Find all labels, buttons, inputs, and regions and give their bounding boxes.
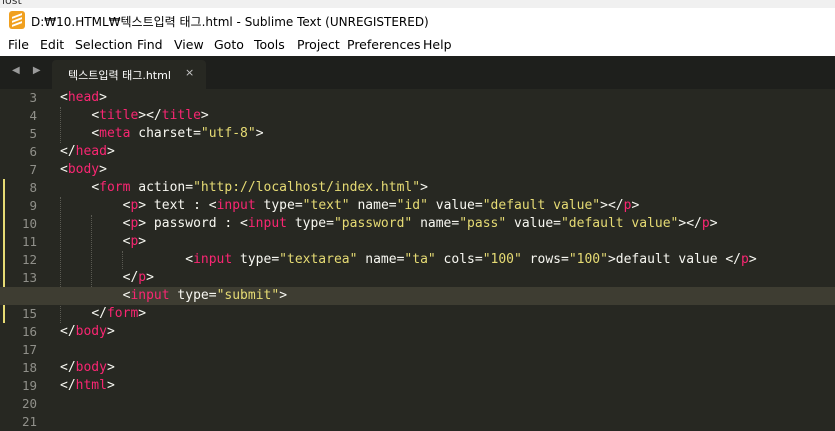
line-number: 20 [21,396,37,411]
line-number-gutter: 3 4 5 6 7 8 9 10 11 12 13 14 15 16 17 18 19 20 21 [0,89,44,429]
line-number: 13 [21,270,37,285]
line-number: 15 [21,306,37,321]
line-number: 16 [21,324,37,339]
code-line[interactable]: <head> [60,89,757,107]
code-line[interactable]: <p> password : <input type="password" na… [60,215,757,233]
line-number: 5 [29,126,37,141]
code-line[interactable] [60,341,757,359]
window-title: D:₩10.HTML₩텍스트입력 태그.html - Sublime Text … [31,15,429,29]
title-bar[interactable]: D:₩10.HTML₩텍스트입력 태그.html - Sublime Text … [0,8,835,34]
line-number: 11 [21,234,37,249]
code-line[interactable]: </body> [60,359,757,377]
line-number: 18 [21,360,37,375]
code-line[interactable]: <form action="http://localhost/index.htm… [60,179,757,197]
menu-edit[interactable]: Edit [40,37,64,52]
menu-project[interactable]: Project [297,37,340,52]
code-line[interactable]: </p> [60,269,757,287]
tab-navigation-arrows-icon[interactable]: ◀ ▶ [12,65,46,76]
tab-active-file[interactable]: 텍스트입력 태그.html × [52,60,206,89]
menu-tools[interactable]: Tools [254,37,285,52]
line-number: 3 [29,90,37,105]
code-line[interactable]: <input type="submit"> [0,287,835,305]
code-line[interactable]: </body> [60,323,757,341]
line-number: 4 [29,108,37,123]
menu-view[interactable]: View [174,37,204,52]
line-number: 8 [29,180,37,195]
menu-file[interactable]: File [8,37,29,52]
menu-preferences[interactable]: Preferences [347,37,421,52]
menu-selection[interactable]: Selection [75,37,133,52]
background-window-strip: lost [0,0,835,8]
code-line[interactable]: </head> [60,143,757,161]
menu-find[interactable]: Find [137,37,163,52]
code-area[interactable]: <head> <title></title> <meta charset="ut… [0,89,835,431]
line-number: 21 [21,414,37,429]
code-line[interactable]: <p> text : <input type="text" name="id" … [60,197,757,215]
code-line[interactable] [60,395,757,413]
code-line[interactable]: </html> [60,377,757,395]
line-number: 12 [21,252,37,267]
background-window-text: lost [2,0,22,7]
code-line[interactable]: <title></title> [60,107,757,125]
sublime-text-icon [9,11,25,29]
line-number: 7 [29,162,37,177]
code-line[interactable]: <meta charset="utf-8"> [60,125,757,143]
tab-label: 텍스트입력 태그.html [68,69,171,82]
menu-bar: File Edit Selection Find View Goto Tools… [0,34,835,56]
tab-bar: ◀ ▶ 텍스트입력 태그.html × [0,56,835,89]
code-line[interactable] [60,413,757,431]
menu-goto[interactable]: Goto [214,37,244,52]
line-number: 19 [21,378,37,393]
code-line[interactable]: <p> [60,233,757,251]
tab-close-icon[interactable]: × [185,66,194,79]
menu-help[interactable]: Help [423,37,452,52]
line-number: 10 [21,216,37,231]
code-line[interactable]: <input type="textarea" name="ta" cols="1… [60,251,756,269]
code-line[interactable]: <body> [60,161,757,179]
line-number: 17 [21,342,37,357]
line-number: 6 [29,144,37,159]
code-line[interactable]: </form> [60,305,757,323]
line-number: 9 [29,198,37,213]
code-editor[interactable]: 3 4 5 6 7 8 9 10 11 12 13 14 15 16 17 18 19 20 21 <head> <… [0,89,835,429]
